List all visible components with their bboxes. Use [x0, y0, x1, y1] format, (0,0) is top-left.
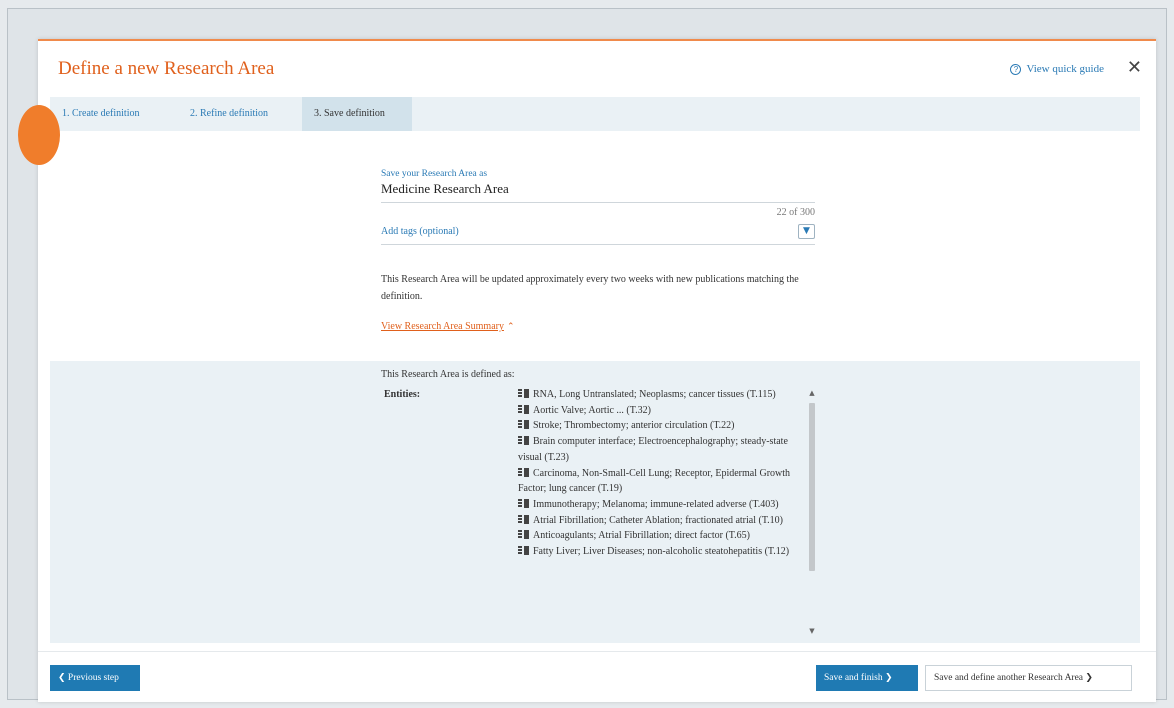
entity-list-scrollbar[interactable]: ▲ ▼ — [808, 389, 816, 635]
view-quick-guide-link[interactable]: ? View quick guide — [1010, 63, 1104, 75]
name-field-label: Save your Research Area as — [381, 169, 488, 179]
step-marker-badge — [18, 105, 60, 165]
chevron-left-icon: ❮ — [58, 673, 66, 683]
research-area-summary-panel: This Research Area is defined as: Entiti… — [50, 361, 1140, 643]
character-counter: 22 of 300 — [776, 207, 815, 218]
help-icon: ? — [1010, 63, 1022, 75]
topic-icon — [518, 546, 529, 556]
list-item: Immunotherapy; Melanoma; immune-related … — [518, 497, 802, 513]
tags-dropdown[interactable]: Add tags (optional) ▼ — [381, 224, 815, 245]
tab-refine-definition[interactable]: 2. Refine definition — [178, 97, 302, 131]
list-item: Stroke; Thrombectomy; anterior circulati… — [518, 418, 802, 434]
tab-save-definition[interactable]: 3. Save definition — [302, 97, 412, 131]
save-and-finish-button[interactable]: Save and finish ❯ — [816, 665, 918, 691]
tab-create-definition[interactable]: 1. Create definition — [50, 97, 178, 131]
list-item: Fatty Liver; Liver Diseases; non-alcohol… — [518, 544, 802, 560]
entity-list: RNA, Long Untranslated; Neoplasms; cance… — [518, 387, 802, 635]
chevron-up-icon: ⌃ — [506, 322, 515, 332]
add-tags-label[interactable]: Add tags (optional) — [381, 226, 459, 237]
summary-heading: This Research Area is defined as: — [381, 369, 515, 380]
update-description: This Research Area will be updated appro… — [381, 274, 799, 302]
topic-icon — [518, 420, 529, 430]
list-item: RNA, Long Untranslated; Neoplasms; cance… — [518, 387, 802, 403]
save-form: Save your Research Area as Medicine Rese… — [381, 169, 815, 334]
chevron-right-icon: ❯ — [884, 673, 893, 683]
topic-icon — [518, 404, 529, 414]
research-area-name-input[interactable]: Medicine Research Area — [381, 179, 815, 203]
chevron-right-icon: ❯ — [1085, 673, 1093, 683]
chevron-down-icon[interactable]: ▼ — [798, 224, 815, 239]
quick-guide-label: View quick guide — [1026, 63, 1104, 75]
topic-icon — [518, 389, 529, 398]
list-item: Carcinoma, Non-Small-Cell Lung; Receptor… — [518, 467, 791, 495]
previous-step-button[interactable]: ❮ Previous step — [50, 665, 140, 691]
step-tabs: 1. Create definition 2. Refine definitio… — [50, 97, 1140, 131]
list-item: Brain computer interface; Electroencepha… — [518, 436, 788, 463]
list-item: Aortic Valve; Aortic ... (T.32) — [518, 403, 802, 419]
list-item: Anticoagulants; Atrial Fibrillation; dir… — [518, 528, 802, 544]
topic-icon — [518, 498, 529, 508]
topic-icon — [518, 530, 529, 540]
dialog-title: Define a new Research Area — [58, 58, 275, 79]
close-icon[interactable]: ✕ — [1127, 57, 1142, 78]
scroll-up-arrow-icon[interactable]: ▲ — [808, 389, 816, 397]
topic-icon — [518, 467, 529, 477]
entities-label: Entities: — [384, 389, 421, 400]
footer-divider — [38, 651, 1156, 652]
scroll-thumb[interactable] — [809, 403, 815, 571]
topic-icon — [518, 436, 529, 446]
view-summary-link[interactable]: View Research Area Summary ⌃ — [381, 321, 515, 332]
view-summary-label: View Research Area Summary — [381, 321, 504, 332]
define-research-area-dialog: Define a new Research Area ? View quick … — [18, 39, 1156, 702]
topic-icon — [518, 514, 529, 524]
scroll-down-arrow-icon[interactable]: ▼ — [808, 627, 816, 635]
screenshot-frame: Define a new Research Area ? View quick … — [7, 8, 1167, 702]
list-item: Atrial Fibrillation; Catheter Ablation; … — [518, 513, 802, 529]
save-and-define-another-button[interactable]: Save and define another Research Area ❯ — [925, 665, 1132, 691]
